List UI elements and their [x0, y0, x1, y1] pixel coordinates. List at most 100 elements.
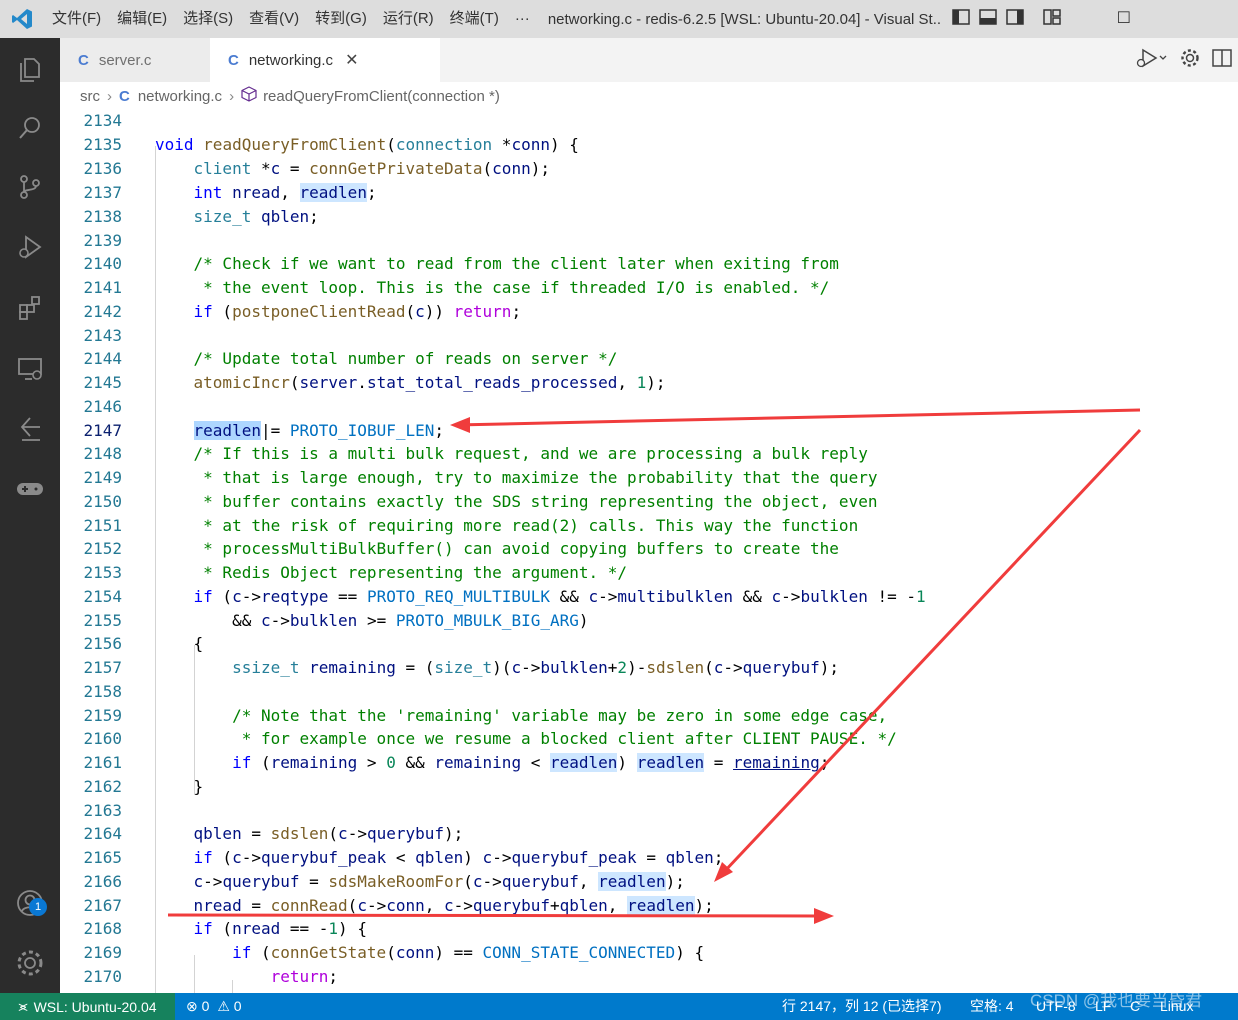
problems-indicator[interactable]: ⊗ 0 ⚠ 0 [186, 993, 242, 1020]
menu-run[interactable]: 运行(R) [375, 0, 442, 38]
run-debug-dropdown-icon[interactable] [1134, 47, 1168, 74]
line-number: 2135 [83, 135, 122, 154]
line-number: 2159 [83, 706, 122, 725]
line-number: 2169 [83, 943, 122, 962]
window-title: networking.c - redis-6.2.5 [WSL: Ubuntu-… [547, 10, 940, 28]
cursor-position[interactable]: 行 2147，列 12 (已选择7) [782, 993, 942, 1020]
breadcrumb: src › C networking.c › readQueryFromClie… [60, 82, 1238, 110]
line-number: 2150 [83, 492, 122, 511]
line-number: 2163 [83, 801, 122, 820]
timeline-icon[interactable] [0, 406, 60, 452]
code-line: 2158 [60, 680, 1238, 704]
split-editor-icon[interactable] [1212, 48, 1232, 72]
code-editor[interactable]: 2134 2135 void readQueryFromClient(connec… [60, 110, 1238, 993]
code-line: 2138 size_t qblen; [60, 205, 1238, 229]
code-line: 2165 if (c->querybuf_peak < qblen) c->qu… [60, 846, 1238, 870]
code-line: 2166 c->querybuf = sdsMakeRoomFor(c->que… [60, 870, 1238, 894]
account-icon[interactable]: 1 [0, 880, 60, 926]
vscode-logo-icon [0, 0, 44, 38]
breadcrumb-file[interactable]: networking.c [138, 88, 222, 105]
remote-explorer-icon[interactable] [0, 346, 60, 392]
line-number: 2146 [83, 397, 122, 416]
code-line: 2160 * for example once we resume a bloc… [60, 727, 1238, 751]
code-line: 2157 ssize_t remaining = (size_t)(c->bul… [60, 656, 1238, 680]
customize-layout-icon[interactable] [1043, 9, 1061, 29]
run-debug-icon[interactable] [0, 224, 60, 270]
line-number: 2164 [83, 824, 122, 843]
gear-icon[interactable] [1180, 48, 1200, 73]
line-number: 2153 [83, 563, 122, 582]
line-number: 2162 [83, 777, 122, 796]
menu-view[interactable]: 查看(V) [241, 0, 307, 38]
line-number: 2138 [83, 207, 122, 226]
status-bar: ⪤ WSL: Ubuntu-20.04 ⊗ 0 ⚠ 0 行 2147，列 12 … [0, 991, 1238, 1020]
cube-symbol-icon [241, 86, 257, 106]
code-line: 2137 int nread, readlen; [60, 181, 1238, 205]
code-line: 2159 /* Note that the 'remaining' variab… [60, 704, 1238, 728]
line-number: 2151 [83, 516, 122, 535]
menu-terminal[interactable]: 终端(T) [442, 0, 507, 38]
line-number: 2156 [83, 634, 122, 653]
tab-server-c[interactable]: C server.c [60, 38, 210, 82]
toggle-secondary-sidebar-icon[interactable] [1006, 9, 1024, 29]
activity-bar: 1 [0, 38, 60, 993]
source-control-icon[interactable] [0, 164, 60, 210]
code-line: 2151 * at the risk of requiring more rea… [60, 514, 1238, 538]
line-number: 2137 [83, 183, 122, 202]
settings-gear-icon[interactable] [0, 940, 60, 986]
code-line: 2136 client *c = connGetPrivateData(conn… [60, 157, 1238, 181]
line-number: 2141 [83, 278, 122, 297]
line-number: 2145 [83, 373, 122, 392]
code-line: 2145 atomicIncr(server.stat_total_reads_… [60, 371, 1238, 395]
chevron-right-icon: › [229, 87, 235, 105]
watermark: CSDN @我也要当昏君 [1030, 991, 1203, 1010]
toggle-panel-icon[interactable] [979, 9, 997, 29]
tab-networking-c[interactable]: C networking.c ✕ [210, 38, 440, 82]
menu-bar: 文件(F) 编辑(E) 选择(S) 查看(V) 转到(G) 运行(R) 终端(T… [44, 0, 538, 38]
code-line: 2148 /* If this is a multi bulk request,… [60, 442, 1238, 466]
line-number: 2157 [83, 658, 122, 677]
menu-selection[interactable]: 选择(S) [175, 0, 241, 38]
line-number: 2161 [83, 753, 122, 772]
account-badge: 1 [29, 898, 47, 916]
line-number: 2165 [83, 848, 122, 867]
line-number: 2142 [83, 302, 122, 321]
close-icon[interactable]: ✕ [345, 50, 358, 70]
extensions-icon[interactable] [0, 284, 60, 330]
explorer-icon[interactable] [0, 46, 60, 92]
line-number: 2154 [83, 587, 122, 606]
search-icon[interactable] [0, 105, 60, 151]
code-line: 2152 * processMultiBulkBuffer() can avoi… [60, 537, 1238, 561]
line-number: 2152 [83, 539, 122, 558]
code-line: 2169 if (connGetState(conn) == CONN_STAT… [60, 941, 1238, 965]
gamepad-icon[interactable] [0, 466, 60, 512]
maximize-button[interactable]: ☐ [1101, 0, 1147, 38]
line-number: 2143 [83, 326, 122, 345]
breadcrumb-folder[interactable]: src [80, 88, 100, 105]
warning-icon: ⚠ [217, 998, 230, 1014]
menu-file[interactable]: 文件(F) [44, 0, 109, 38]
line-number: 2160 [83, 729, 122, 748]
menu-edit[interactable]: 编辑(E) [109, 0, 175, 38]
tab-label: server.c [98, 51, 152, 69]
error-count: 0 [201, 998, 210, 1014]
code-line: 2139 [60, 229, 1238, 253]
breadcrumb-symbol[interactable]: readQueryFromClient(connection *) [263, 88, 500, 105]
warning-count: 0 [233, 998, 242, 1014]
editor-tabs: C server.c C networking.c ✕ [60, 38, 1238, 82]
code-line: 2141 * the event loop. This is the case … [60, 276, 1238, 300]
code-line: 2155 && c->bulklen >= PROTO_MBULK_BIG_AR… [60, 609, 1238, 633]
indentation[interactable]: 空格: 4 [970, 993, 1014, 1020]
code-line: 2149 * that is large enough, try to maxi… [60, 466, 1238, 490]
c-file-icon: C [228, 51, 239, 69]
code-line: 2144 /* Update total number of reads on … [60, 347, 1238, 371]
toggle-sidebar-icon[interactable] [952, 9, 970, 29]
code-line: 2170 return; [60, 965, 1238, 989]
code-line: 2134 [60, 110, 1238, 133]
remote-indicator[interactable]: ⪤ WSL: Ubuntu-20.04 [0, 993, 175, 1020]
line-number: 2139 [83, 231, 122, 250]
title-bar: 文件(F) 编辑(E) 选择(S) 查看(V) 转到(G) 运行(R) 终端(T… [0, 0, 1238, 38]
menu-more[interactable]: ··· [507, 0, 538, 38]
line-number: 2147 [83, 421, 122, 440]
menu-go[interactable]: 转到(G) [307, 0, 375, 38]
